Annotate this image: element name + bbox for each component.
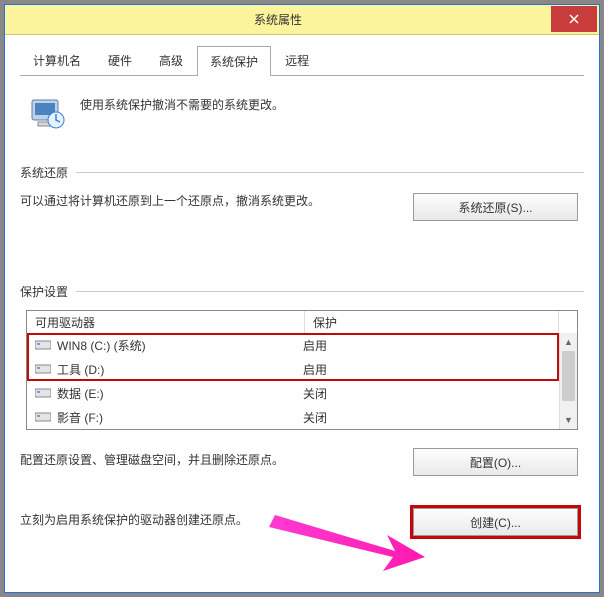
section-restore-header: 系统还原: [20, 164, 584, 181]
window-title: 系统属性: [5, 11, 551, 28]
titlebar: 系统属性: [5, 5, 599, 35]
content-area: 计算机名 硬件 高级 系统保护 远程 使用系统保护撤消不需要的系统更改。 系统还…: [5, 35, 599, 592]
drive-protection: 关闭: [303, 385, 327, 402]
restore-desc: 可以通过将计算机还原到上一个还原点，撤消系统更改。: [20, 191, 320, 211]
scroll-down-icon[interactable]: ▼: [560, 411, 577, 429]
scroll-up-icon[interactable]: ▲: [560, 333, 577, 351]
system-protection-icon: [28, 94, 66, 132]
tab-remote[interactable]: 远程: [272, 45, 322, 75]
section-protection-label: 保护设置: [20, 283, 68, 300]
tab-system-protection[interactable]: 系统保护: [197, 46, 271, 76]
col-protection[interactable]: 保护: [305, 311, 559, 333]
close-icon: [569, 14, 579, 24]
create-row: 立刻为启用系统保护的驱动器创建还原点。 创建(C)...: [20, 506, 584, 536]
configure-row: 配置还原设置、管理磁盘空间，并且删除还原点。 配置(O)...: [20, 446, 584, 476]
divider: [76, 172, 584, 173]
close-button[interactable]: [551, 6, 597, 32]
drive-icon: [35, 387, 53, 399]
create-desc: 立刻为启用系统保护的驱动器创建还原点。: [20, 506, 248, 530]
tab-computer-name[interactable]: 计算机名: [20, 45, 94, 75]
tab-advanced[interactable]: 高级: [146, 45, 196, 75]
drive-icon: [35, 411, 53, 423]
annotation-highlight-drives: [27, 333, 559, 381]
configure-button[interactable]: 配置(O)...: [413, 448, 578, 476]
intro-row: 使用系统保护撤消不需要的系统更改。: [20, 88, 584, 152]
system-restore-button[interactable]: 系统还原(S)...: [413, 193, 578, 221]
restore-row: 可以通过将计算机还原到上一个还原点，撤消系统更改。 系统还原(S)...: [20, 191, 584, 221]
scroll-thumb[interactable]: [562, 351, 575, 401]
drive-list-header: 可用驱动器 保护: [27, 311, 577, 333]
section-protection-header: 保护设置: [20, 283, 584, 300]
section-restore-label: 系统还原: [20, 164, 68, 181]
drive-name: 数据 (E:): [57, 385, 303, 402]
drive-row[interactable]: 影音 (F:) 关闭: [27, 405, 577, 429]
divider: [76, 291, 584, 292]
scrollbar[interactable]: ▲ ▼: [559, 333, 577, 429]
drive-list: 可用驱动器 保护 WIN8 (C:) (系统) 启用 工具 (D:) 启用 数据: [26, 310, 578, 430]
drive-name: 影音 (F:): [57, 409, 303, 426]
system-properties-window: 系统属性 计算机名 硬件 高级 系统保护 远程 使用系统保护撤消不需要的系统更改…: [4, 4, 600, 593]
tab-hardware[interactable]: 硬件: [95, 45, 145, 75]
intro-text: 使用系统保护撤消不需要的系统更改。: [80, 94, 284, 113]
configure-desc: 配置还原设置、管理磁盘空间，并且删除还原点。: [20, 446, 284, 470]
tab-bar: 计算机名 硬件 高级 系统保护 远程: [20, 45, 584, 76]
col-drive[interactable]: 可用驱动器: [27, 311, 305, 333]
create-button[interactable]: 创建(C)...: [413, 508, 578, 536]
col-scroll-spacer: [559, 311, 577, 333]
drive-protection: 关闭: [303, 409, 327, 426]
drive-row[interactable]: 数据 (E:) 关闭: [27, 381, 577, 405]
